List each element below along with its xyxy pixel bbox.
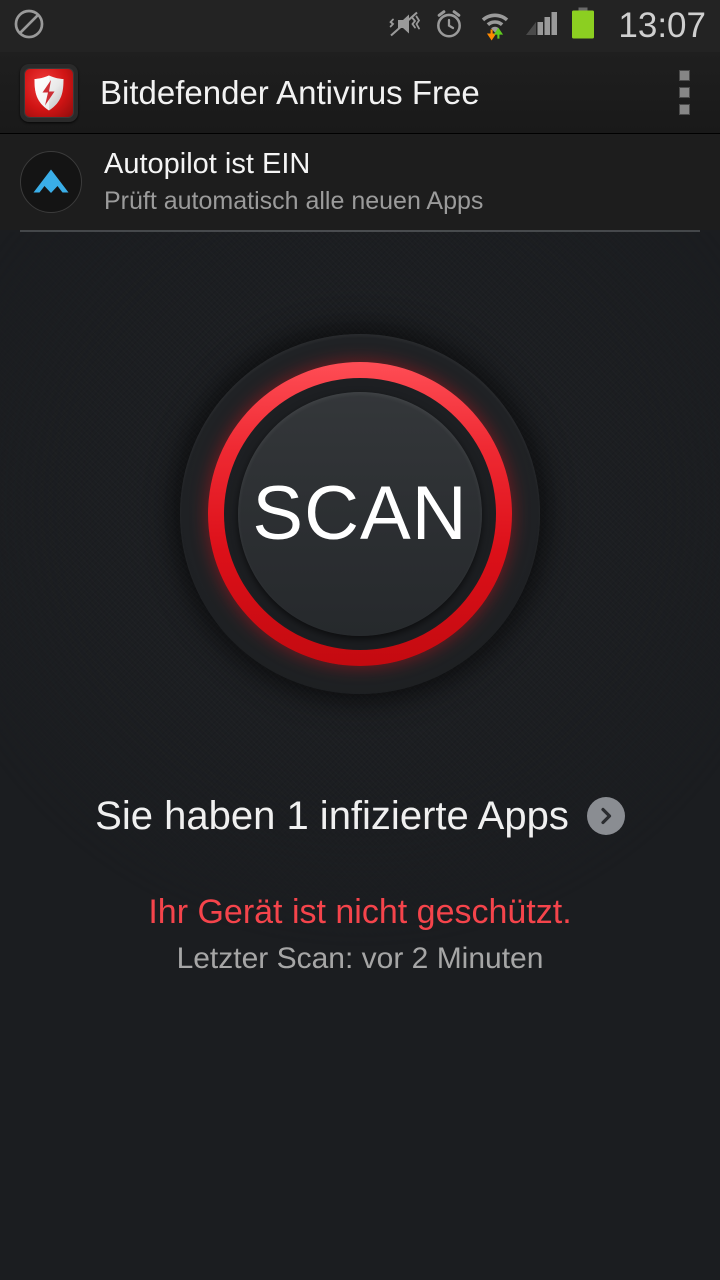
autopilot-subtitle: Prüft automatisch alle neuen Apps [104, 186, 484, 215]
chevron-right-icon[interactable] [586, 797, 625, 835]
page-title: Bitdefender Antivirus Free [100, 74, 480, 111]
status-bar-right-icons: 13:07 [388, 7, 706, 46]
bitdefender-shield-icon [20, 63, 78, 122]
autopilot-status-row[interactable]: Autopilot ist EIN Prüft automatisch alle… [0, 134, 720, 230]
status-bar: 13:07 [0, 0, 720, 52]
scan-button-label: SCAN [252, 471, 468, 556]
autopilot-mountain-icon [20, 151, 82, 213]
overflow-dot [678, 87, 690, 98]
alarm-clock-icon [433, 8, 465, 45]
autopilot-texts: Autopilot ist EIN Prüft automatisch alle… [104, 148, 483, 215]
do-not-disturb-icon [12, 7, 46, 46]
autopilot-title: Autopilot ist EIN [104, 148, 311, 181]
scan-button-face: SCAN [238, 392, 482, 636]
wifi-data-transfer-icon [478, 7, 512, 46]
infected-apps-label: Sie haben 1 infizierte Apps [95, 794, 569, 838]
cellular-signal-icon [525, 8, 558, 45]
battery-icon [571, 7, 595, 45]
status-bar-clock: 13:07 [618, 5, 706, 45]
scan-button[interactable]: SCAN [180, 334, 540, 694]
main-content: SCAN Sie haben 1 infizierte Apps Ihr Ger… [0, 232, 720, 1280]
status-bar-left-icons [12, 7, 46, 46]
app-screen: 13:07 Bitdefender Antivirus Free Autopil… [0, 0, 720, 1280]
app-title-bar: Bitdefender Antivirus Free [0, 52, 720, 134]
device-protection-status: Ihr Gerät ist nicht geschützt. [148, 893, 572, 931]
overflow-dot [678, 104, 690, 115]
overflow-dot [678, 70, 690, 81]
overflow-menu-button[interactable] [664, 63, 704, 123]
vibrate-off-icon [388, 9, 421, 44]
infected-apps-row[interactable]: Sie haben 1 infizierte Apps [0, 794, 720, 838]
last-scan-label: Letzter Scan: vor 2 Minuten [176, 942, 544, 975]
